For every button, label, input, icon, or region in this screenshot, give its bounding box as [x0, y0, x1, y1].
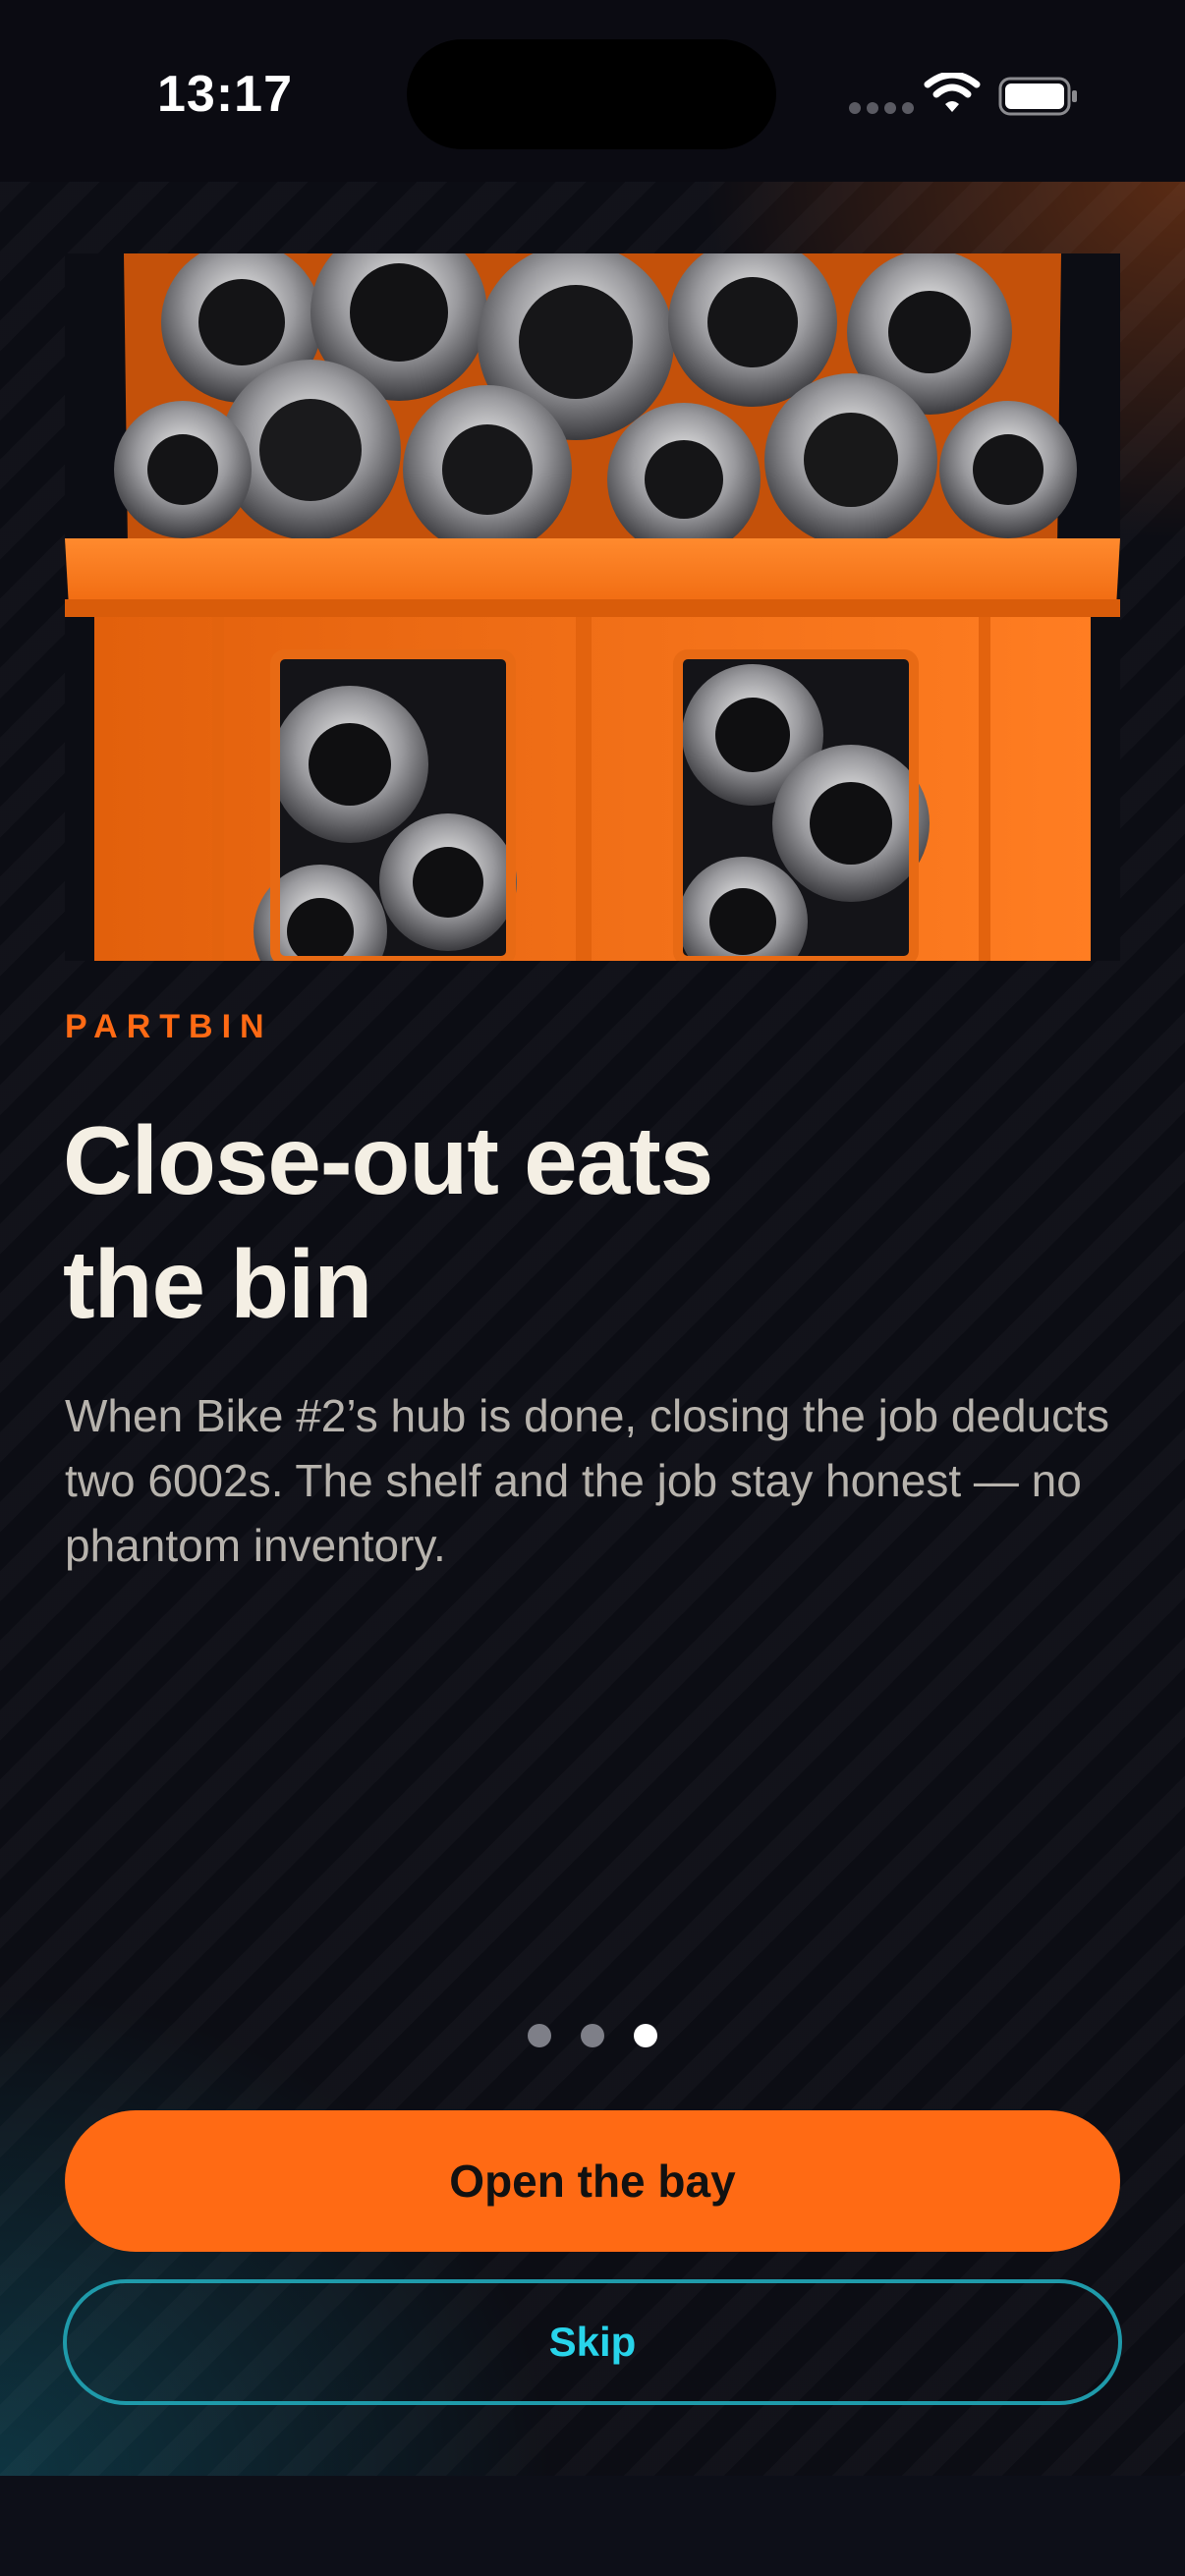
battery-icon — [998, 77, 1077, 116]
home-indicator-area — [0, 2476, 1185, 2576]
page-indicator[interactable] — [0, 2024, 1185, 2047]
page-dot-2[interactable] — [581, 2024, 604, 2047]
page-title-line-1: Close-out eats — [63, 1106, 713, 1214]
skip-button[interactable]: Skip — [63, 2279, 1122, 2405]
crate-of-bearings-illustration — [65, 253, 1120, 961]
dynamic-island — [407, 39, 776, 149]
cellular-signal-icon — [849, 102, 914, 114]
brand-eyebrow: PARTBIN — [65, 1008, 273, 1045]
page-title: Close-out eats the bin — [63, 1098, 947, 1346]
page-description: When Bike #2’s hub is done, closing the … — [65, 1390, 1109, 1571]
page-dot-1[interactable] — [528, 2024, 551, 2047]
page-dot-3-active[interactable] — [634, 2024, 657, 2047]
status-bar: 13:17 — [0, 0, 1185, 182]
wifi-icon — [924, 73, 981, 112]
open-the-bay-button[interactable]: Open the bay — [65, 2110, 1120, 2252]
status-time: 13:17 — [157, 66, 293, 123]
hero-image — [65, 253, 1120, 961]
page-title-line-2: the bin — [63, 1230, 372, 1338]
